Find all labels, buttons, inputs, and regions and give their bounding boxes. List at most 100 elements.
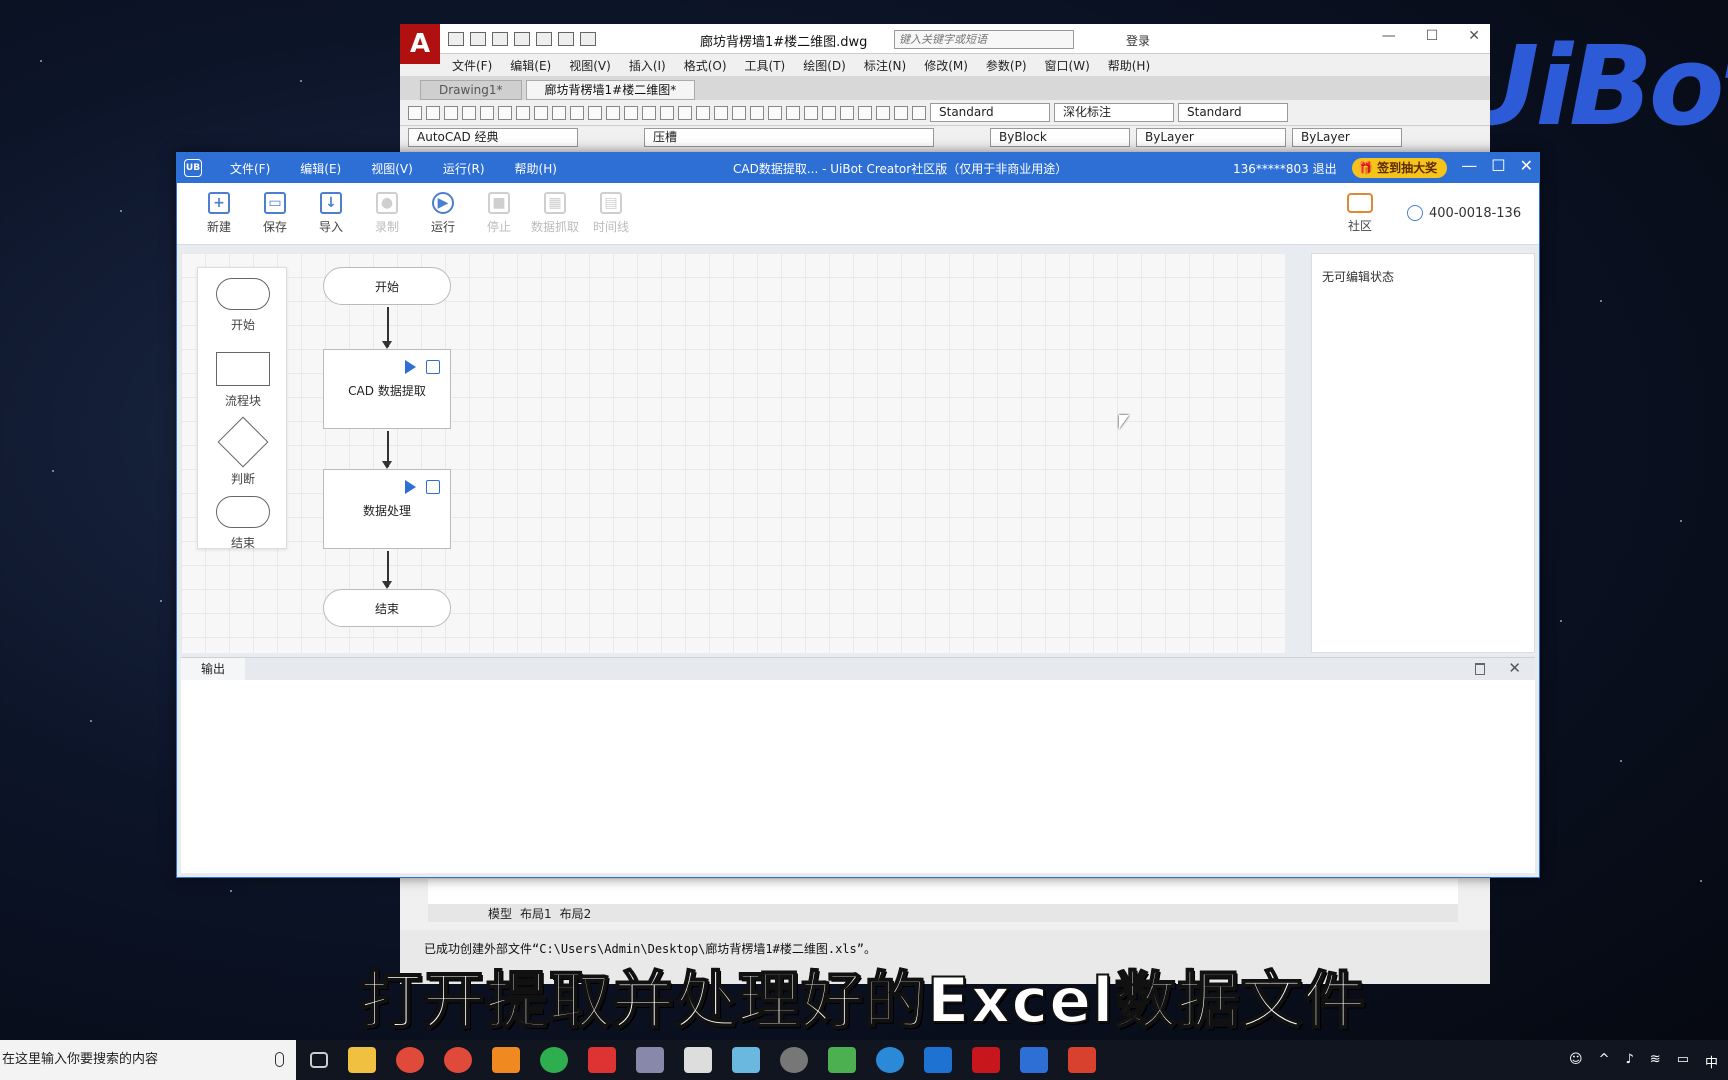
palette-block[interactable]: 流程块: [198, 352, 288, 409]
cad-tool-icon[interactable]: [552, 105, 566, 120]
ub-prize-button[interactable]: 🎁 签到抽大奖: [1352, 158, 1448, 178]
volume-icon[interactable]: ♪: [1625, 1052, 1633, 1071]
cad-tool-icon[interactable]: [462, 105, 476, 120]
trash-icon[interactable]: [1475, 663, 1485, 675]
cad-new-icon[interactable]: [448, 31, 464, 46]
cad-print-icon[interactable]: [536, 31, 552, 46]
flow-start-node[interactable]: 开始: [323, 267, 451, 305]
cad-tool-icon[interactable]: [858, 105, 872, 120]
archive-icon[interactable]: [492, 1047, 520, 1073]
microphone-icon[interactable]: [275, 1052, 284, 1067]
app-icon[interactable]: [588, 1047, 616, 1073]
cad-search-input[interactable]: 键入关键字或短语: [894, 30, 1074, 49]
cad-menu-draw[interactable]: 绘图(D): [803, 57, 846, 74]
community-button[interactable]: 社区: [1347, 193, 1373, 234]
cad-workspace-select[interactable]: AutoCAD 经典: [408, 127, 578, 147]
cad-layout-tab-2[interactable]: 布局2: [560, 905, 592, 922]
data-extract-button[interactable]: ▦ 数据抓取: [527, 192, 583, 235]
cad-menu-insert[interactable]: 插入(I): [629, 57, 666, 74]
keyboard-icon[interactable]: ▭: [1677, 1052, 1689, 1071]
cad-tool-icon[interactable]: [444, 105, 458, 120]
ub-menu-run[interactable]: 运行(R): [443, 160, 485, 177]
cad-tool-icon[interactable]: [660, 105, 674, 120]
cad-tool-icon[interactable]: [588, 105, 602, 120]
cad-menu-file[interactable]: 文件(F): [452, 57, 492, 74]
taskbar-search-input[interactable]: 在这里输入你要搜索的内容: [0, 1040, 296, 1080]
cad-tool-icon[interactable]: [876, 105, 890, 120]
app-icon[interactable]: [780, 1047, 808, 1073]
cad-text-style-select[interactable]: Standard: [930, 103, 1050, 122]
ub-user-account[interactable]: 136*****803 退出: [1233, 160, 1337, 177]
cad-tool-icon[interactable]: [732, 105, 746, 120]
cad-undo-icon[interactable]: [558, 31, 574, 46]
autocad-taskbar-icon[interactable]: [972, 1047, 1000, 1073]
chrome-icon[interactable]: [396, 1047, 424, 1073]
chrome-icon[interactable]: [444, 1047, 472, 1073]
cad-layout-tab-model[interactable]: 模型: [488, 905, 512, 922]
app-icon[interactable]: [1068, 1047, 1096, 1073]
cad-layout-tab-1[interactable]: 布局1: [520, 905, 552, 922]
cad-tool-icon[interactable]: [606, 105, 620, 120]
save-button[interactable]: ▭ 保存: [247, 192, 303, 235]
flow-end-node[interactable]: 结束: [323, 589, 451, 627]
cad-tool-icon[interactable]: [768, 105, 782, 120]
flow-block-cad-extract[interactable]: CAD 数据提取: [323, 349, 451, 429]
import-button[interactable]: ↓ 导入: [303, 192, 359, 235]
ub-menu-edit[interactable]: 编辑(E): [300, 160, 341, 177]
cad-menu-window[interactable]: 窗口(W): [1045, 57, 1090, 74]
output-tab[interactable]: 输出: [181, 658, 245, 680]
cad-saveas-icon[interactable]: [514, 31, 530, 46]
ub-menu-help[interactable]: 帮助(H): [515, 160, 557, 177]
cad-dim-style-select[interactable]: 深化标注: [1054, 103, 1174, 122]
cad-tool-icon[interactable]: [426, 105, 440, 120]
autocad-logo-icon[interactable]: A: [400, 23, 440, 64]
record-button[interactable]: ● 录制: [359, 192, 415, 235]
run-block-icon[interactable]: [405, 360, 416, 374]
flow-canvas[interactable]: 开始 流程块 判断 结束 开始 CAD 数据提取 数据处理 结束: [181, 253, 1285, 653]
palette-decision[interactable]: 判断: [198, 416, 288, 487]
cad-menu-modify[interactable]: 修改(M): [924, 57, 968, 74]
run-block-icon[interactable]: [405, 480, 416, 494]
cad-tool-icon[interactable]: [750, 105, 764, 120]
palette-end[interactable]: 结束: [198, 496, 288, 551]
maximize-icon[interactable]: ☐: [1491, 156, 1505, 175]
cad-menu-dimension[interactable]: 标注(N): [864, 57, 906, 74]
search-app-icon[interactable]: [876, 1047, 904, 1073]
cad-save-icon[interactable]: [492, 31, 508, 46]
cad-tool-icon[interactable]: [480, 105, 494, 120]
close-icon[interactable]: ✕: [1508, 659, 1521, 677]
cad-tool-icon[interactable]: [498, 105, 512, 120]
uibot-taskbar-icon[interactable]: [1020, 1047, 1048, 1073]
cad-menu-tools[interactable]: 工具(T): [745, 57, 786, 74]
chevron-up-icon[interactable]: ^: [1599, 1052, 1610, 1071]
cad-table-style-select[interactable]: Standard: [1178, 103, 1288, 122]
cad-menu-view[interactable]: 视图(V): [569, 57, 611, 74]
cad-login-button[interactable]: 登录: [1126, 32, 1150, 49]
cad-tool-icon[interactable]: [534, 105, 548, 120]
palette-start[interactable]: 开始: [198, 278, 288, 333]
edit-block-icon[interactable]: [426, 360, 440, 374]
paint-icon[interactable]: [636, 1047, 664, 1073]
cad-tool-icon[interactable]: [840, 105, 854, 120]
ime-indicator[interactable]: 中: [1705, 1052, 1718, 1071]
cad-tab-drawing1[interactable]: Drawing1*: [420, 80, 522, 100]
run-button[interactable]: ▶ 运行: [415, 192, 471, 235]
task-view-icon[interactable]: [310, 1052, 328, 1068]
cad-menu-format[interactable]: 格式(O): [684, 57, 727, 74]
cad-color-select[interactable]: ByBlock: [990, 127, 1130, 147]
cad-tool-icon[interactable]: [696, 105, 710, 120]
cad-lineweight-select[interactable]: ByLayer: [1292, 127, 1402, 147]
flow-block-data-process[interactable]: 数据处理: [323, 469, 451, 549]
close-icon[interactable]: ✕: [1520, 156, 1533, 175]
cad-tab-current[interactable]: 廊坊背楞墙1#楼二维图*: [525, 80, 696, 100]
cad-tool-icon[interactable]: [894, 105, 908, 120]
ub-menu-file[interactable]: 文件(F): [230, 160, 270, 177]
cad-menu-params[interactable]: 参数(P): [986, 57, 1027, 74]
cad-tool-icon[interactable]: [912, 105, 926, 120]
stop-button[interactable]: ■ 停止: [471, 192, 527, 235]
edge-browser-icon[interactable]: [540, 1047, 568, 1073]
cad-tool-icon[interactable]: [714, 105, 728, 120]
cad-tool-icon[interactable]: [570, 105, 584, 120]
people-icon[interactable]: ☺: [1569, 1052, 1583, 1071]
notepad-icon[interactable]: [828, 1047, 856, 1073]
